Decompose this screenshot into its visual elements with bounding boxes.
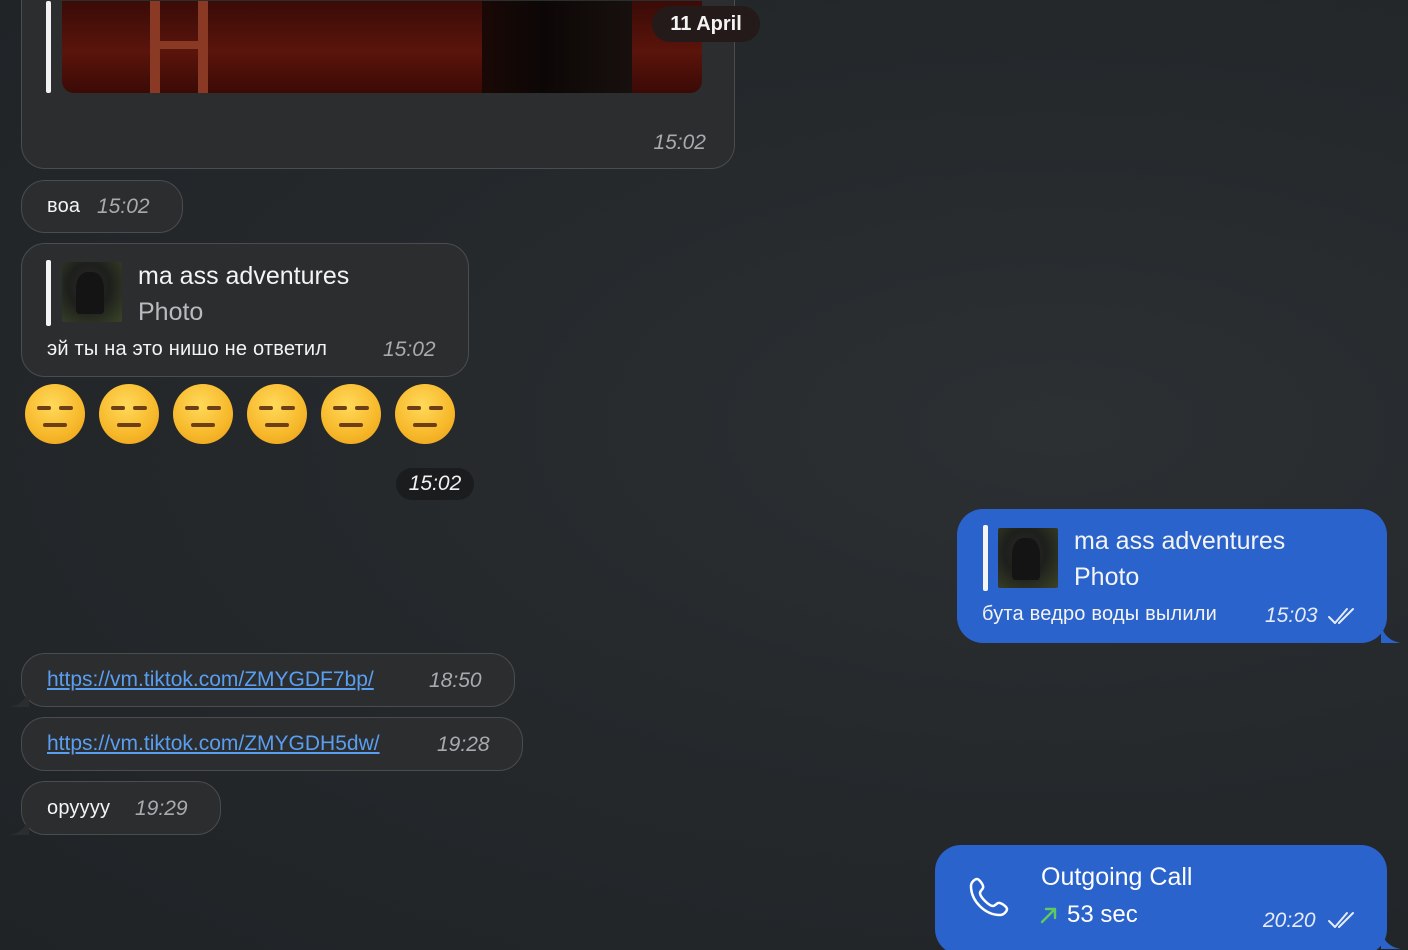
expressionless-face-icon xyxy=(99,384,159,444)
text-message[interactable]: орууyy 19:29 xyxy=(21,781,221,835)
outgoing-call-message[interactable]: Outgoing Call 53 sec 20:20 xyxy=(935,845,1387,950)
link-message[interactable]: https://vm.tiktok.com/ZMYGDF7bp/ 18:50 xyxy=(21,653,515,707)
text-message[interactable]: воа 15:02 xyxy=(21,180,183,233)
date-separator: 11 April xyxy=(652,6,760,42)
reply-bar xyxy=(46,260,51,326)
double-check-icon xyxy=(1328,608,1354,624)
reply-bar xyxy=(983,525,988,591)
bubble-tail xyxy=(1381,930,1401,949)
message-time: 20:20 xyxy=(1263,909,1316,932)
reply-thumbnail[interactable] xyxy=(62,262,122,322)
message-time: 19:29 xyxy=(135,797,188,820)
message-text: эй ты на это нишо не ответил xyxy=(47,338,328,360)
message-text: орууyy xyxy=(47,797,111,819)
expressionless-face-icon xyxy=(247,384,307,444)
reply-message[interactable]: ma ass adventures Photo эй ты на это ниш… xyxy=(21,243,469,377)
message-time: 19:28 xyxy=(437,733,490,756)
reply-bar xyxy=(46,1,51,93)
reply-subtitle: Photo xyxy=(138,298,204,326)
message-text: воа xyxy=(47,195,81,217)
message-time: 15:02 xyxy=(653,131,706,154)
tiktok-link[interactable]: https://vm.tiktok.com/ZMYGDF7bp/ xyxy=(47,668,374,692)
expressionless-face-icon xyxy=(25,384,85,444)
reply-title: ma ass adventures xyxy=(138,262,350,290)
message-time: 15:03 xyxy=(1265,604,1318,627)
reply-subtitle: Photo xyxy=(1074,563,1140,591)
photo-message[interactable]: 15:02 xyxy=(21,0,735,169)
expressionless-face-icon xyxy=(173,384,233,444)
bubble-tail xyxy=(9,816,29,835)
outgoing-reply-message[interactable]: ma ass adventures Photo бута ведро воды … xyxy=(957,509,1387,643)
bubble-tail xyxy=(1381,624,1401,643)
photo-preview[interactable] xyxy=(62,1,702,93)
photo-figure-shape xyxy=(482,1,632,93)
tiktok-link[interactable]: https://vm.tiktok.com/ZMYGDH5dw/ xyxy=(47,732,380,756)
call-duration: 53 sec xyxy=(1067,901,1138,928)
call-title: Outgoing Call xyxy=(1041,863,1193,891)
expressionless-face-icon xyxy=(321,384,381,444)
message-time: 15:02 xyxy=(383,338,436,361)
chat-history[interactable]: 15:02 11 April воа 15:02 ma ass adventur… xyxy=(0,0,1408,950)
message-time: 15:02 xyxy=(97,195,150,218)
link-message[interactable]: https://vm.tiktok.com/ZMYGDH5dw/ 19:28 xyxy=(21,717,523,771)
emoji-message[interactable] xyxy=(25,384,455,444)
bubble-tail xyxy=(9,688,29,707)
message-text: бута ведро воды вылили xyxy=(982,603,1217,625)
phone-icon[interactable] xyxy=(965,873,1013,921)
photo-stool-shape xyxy=(142,1,222,93)
expressionless-face-icon xyxy=(395,384,455,444)
double-check-icon xyxy=(1328,912,1354,928)
message-time: 18:50 xyxy=(429,669,482,692)
outgoing-arrow-icon xyxy=(1040,907,1057,924)
reply-thumbnail[interactable] xyxy=(998,528,1058,588)
reply-title: ma ass adventures xyxy=(1074,527,1286,555)
message-time: 15:02 xyxy=(396,468,474,500)
